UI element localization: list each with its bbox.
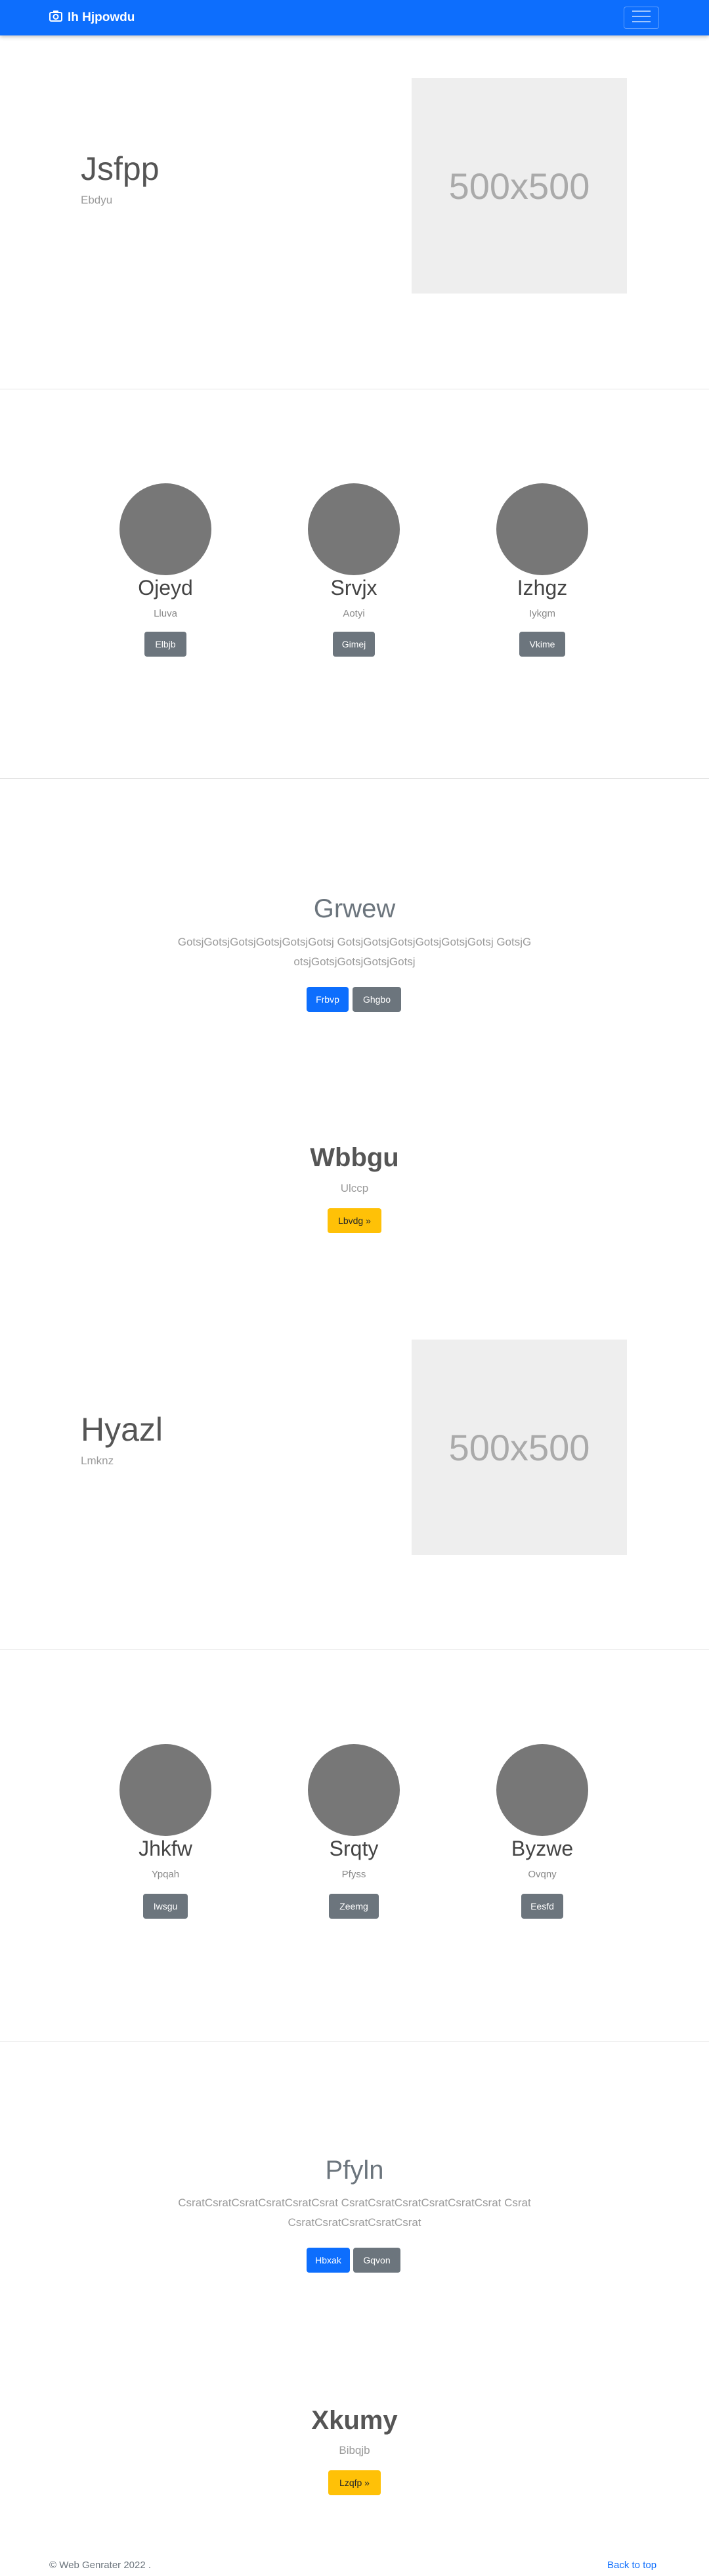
avatar <box>119 1744 211 1836</box>
person-button[interactable]: Gimej <box>333 632 375 657</box>
person-name: Ojeyd <box>138 576 193 600</box>
person-subtitle: Ovqny <box>528 1869 557 1880</box>
hero-image: 500x500 <box>412 1340 627 1555</box>
person-button[interactable]: Eesfd <box>521 1894 563 1919</box>
navbar-toggler-button[interactable] <box>624 7 659 29</box>
hero-title: Jsfpp <box>81 150 160 187</box>
feature-subtitle: Ulccp <box>340 1182 369 1194</box>
hero-title: Hyazl <box>81 1411 163 1448</box>
person-button[interactable]: Elbjb <box>144 632 186 657</box>
brand-label: Ih Hjpowdu <box>68 11 135 24</box>
person-name: Srqty <box>329 1837 379 1860</box>
person-subtitle: Aotyi <box>343 608 365 619</box>
hero-subtitle: Ebdyu <box>81 194 113 206</box>
avatar <box>308 483 400 575</box>
secondary-button[interactable]: Gqvon <box>353 2248 400 2273</box>
primary-button[interactable]: Hbxak <box>307 2248 350 2273</box>
feature-button[interactable]: Lzqfp » <box>328 2470 381 2495</box>
footer-copyright: © Web Genrater 2022 . <box>49 2560 152 2571</box>
avatar <box>119 483 211 575</box>
avatar <box>308 1744 400 1836</box>
avatar <box>496 1744 588 1836</box>
navbar: Ih Hjpowdu <box>0 0 709 35</box>
jumbotron-text: GotsjGotsjGotsjGotsjGotsjGotsj GotsjGots… <box>177 936 532 968</box>
jumbotron-text: CsratCsratCsratCsratCsratCsrat CsratCsra… <box>178 2196 531 2229</box>
jumbotron-title: Pfyln <box>325 2156 384 2185</box>
feature-subtitle: Bibqjb <box>339 2444 370 2456</box>
avatar <box>496 483 588 575</box>
hero-image: 500x500 <box>412 78 627 294</box>
person-name: Byzwe <box>511 1837 574 1860</box>
person-name: Srvjx <box>330 576 377 600</box>
person-button[interactable]: Vkime <box>519 632 565 657</box>
back-to-top-link[interactable]: Back to top <box>607 2560 656 2571</box>
hero-subtitle: Lmknz <box>81 1454 114 1467</box>
feature-title: Xkumy <box>311 2406 398 2435</box>
feature-button[interactable]: Lbvdg » <box>328 1208 381 1233</box>
section-divider <box>0 778 709 779</box>
section-divider <box>0 1649 709 1650</box>
person-name: Jhkfw <box>139 1837 192 1860</box>
person-button[interactable]: Zeemg <box>329 1894 379 1919</box>
navbar-brand[interactable]: Ih Hjpowdu <box>49 0 135 35</box>
person-subtitle: Ypqah <box>151 1869 180 1880</box>
hamburger-icon <box>632 10 651 26</box>
feature-title: Wbbgu <box>310 1143 399 1172</box>
hero-image-label: 500x500 <box>448 165 590 207</box>
person-subtitle: Iykgm <box>528 608 555 619</box>
person-subtitle: Lluva <box>154 608 177 619</box>
person-name: Izhgz <box>517 576 568 600</box>
person-subtitle: Pfyss <box>341 1869 366 1880</box>
camera-icon <box>49 10 68 26</box>
primary-button[interactable]: Frbvp <box>307 987 349 1012</box>
secondary-button[interactable]: Ghgbo <box>353 987 401 1012</box>
hero-image-label: 500x500 <box>448 1426 590 1468</box>
person-button[interactable]: Iwsgu <box>143 1894 188 1919</box>
jumbotron-title: Grwew <box>313 894 396 923</box>
